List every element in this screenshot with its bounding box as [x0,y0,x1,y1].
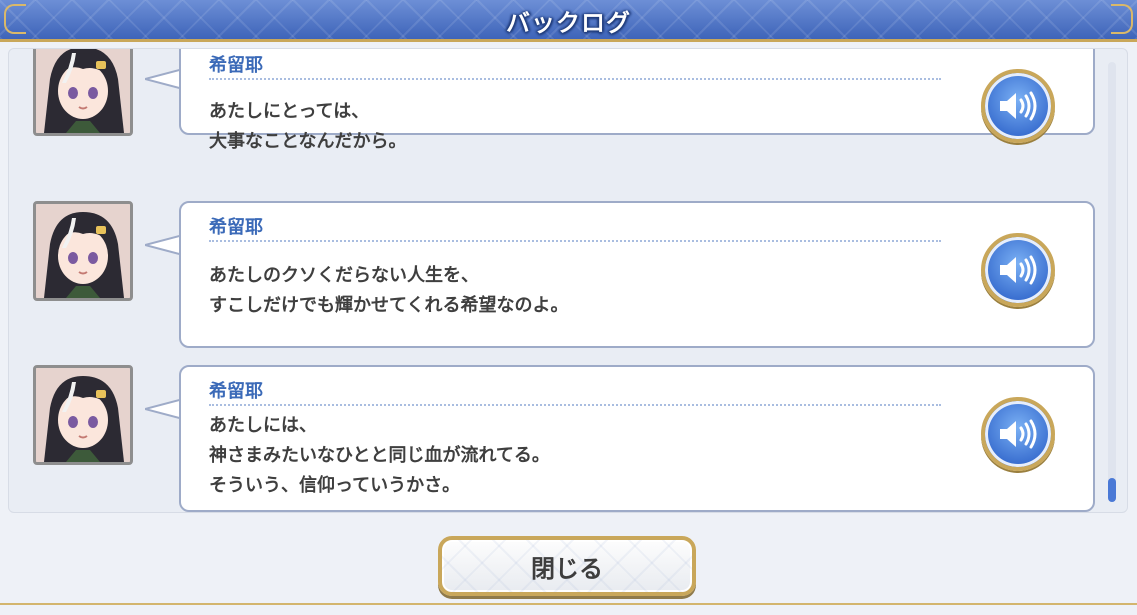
backlog-list[interactable]: 希留耶 あたしにとっては、 大事なことなんだから。 希留耶 あたしのクソくだらな… [8,48,1128,513]
dialogue-line: あたしのクソくだらない人生を、 [209,265,479,286]
speaker-name: 希留耶 [209,55,263,76]
speaker-icon [1000,255,1037,285]
scrollbar-thumb[interactable] [1108,478,1116,502]
character-portrait-icon [36,368,130,462]
dialogue-line: あたしにとっては、 [209,101,370,122]
scrollbar[interactable] [1108,62,1116,502]
list-item: 希留耶 あたしには、 神さまみたいなひとと同じ血が流れてる。 そういう、信仰って… [9,365,1109,512]
name-divider [209,78,941,80]
backlog-header: バックログ [0,0,1137,42]
character-portrait-icon [36,204,130,298]
close-button-label: 閉じる [531,554,603,583]
character-portrait-icon [36,49,130,133]
dialogue-line: そういう、信仰っていうかさ。 [209,475,461,496]
page-title: バックログ [506,9,631,37]
speaker-name: 希留耶 [209,381,263,402]
name-divider [209,240,941,242]
play-voice-button[interactable] [981,233,1055,307]
dialogue-bubble: 希留耶 あたしのクソくだらない人生を、 すこしだけでも輝かせてくれる希望なのよ。 [179,201,1095,348]
dialogue-line: 神さまみたいなひとと同じ血が流れてる。 [209,445,550,466]
dialogue-bubble: 希留耶 あたしにとっては、 大事なことなんだから。 [179,49,1095,152]
speaker-icon [1000,419,1037,449]
name-divider [209,404,941,406]
play-voice-button[interactable] [981,69,1055,143]
speaker-name: 希留耶 [209,217,263,238]
close-button[interactable]: 閉じる [438,536,696,596]
speaker-icon [1000,91,1037,121]
list-item: 希留耶 あたしにとっては、 大事なことなんだから。 [9,49,1109,152]
character-avatar [33,365,133,465]
character-avatar [33,49,133,136]
dialogue-line: あたしには、 [209,415,317,436]
dialogue-line: 大事なことなんだから。 [209,131,407,152]
dialogue-line: すこしだけでも輝かせてくれる希望なのよ。 [209,295,569,316]
dialogue-bubble: 希留耶 あたしには、 神さまみたいなひとと同じ血が流れてる。 そういう、信仰って… [179,365,1095,512]
bottom-ornament-border [0,603,1137,615]
play-voice-button[interactable] [981,397,1055,471]
character-avatar [33,201,133,301]
list-item: 希留耶 あたしのクソくだらない人生を、 すこしだけでも輝かせてくれる希望なのよ。 [9,201,1109,351]
